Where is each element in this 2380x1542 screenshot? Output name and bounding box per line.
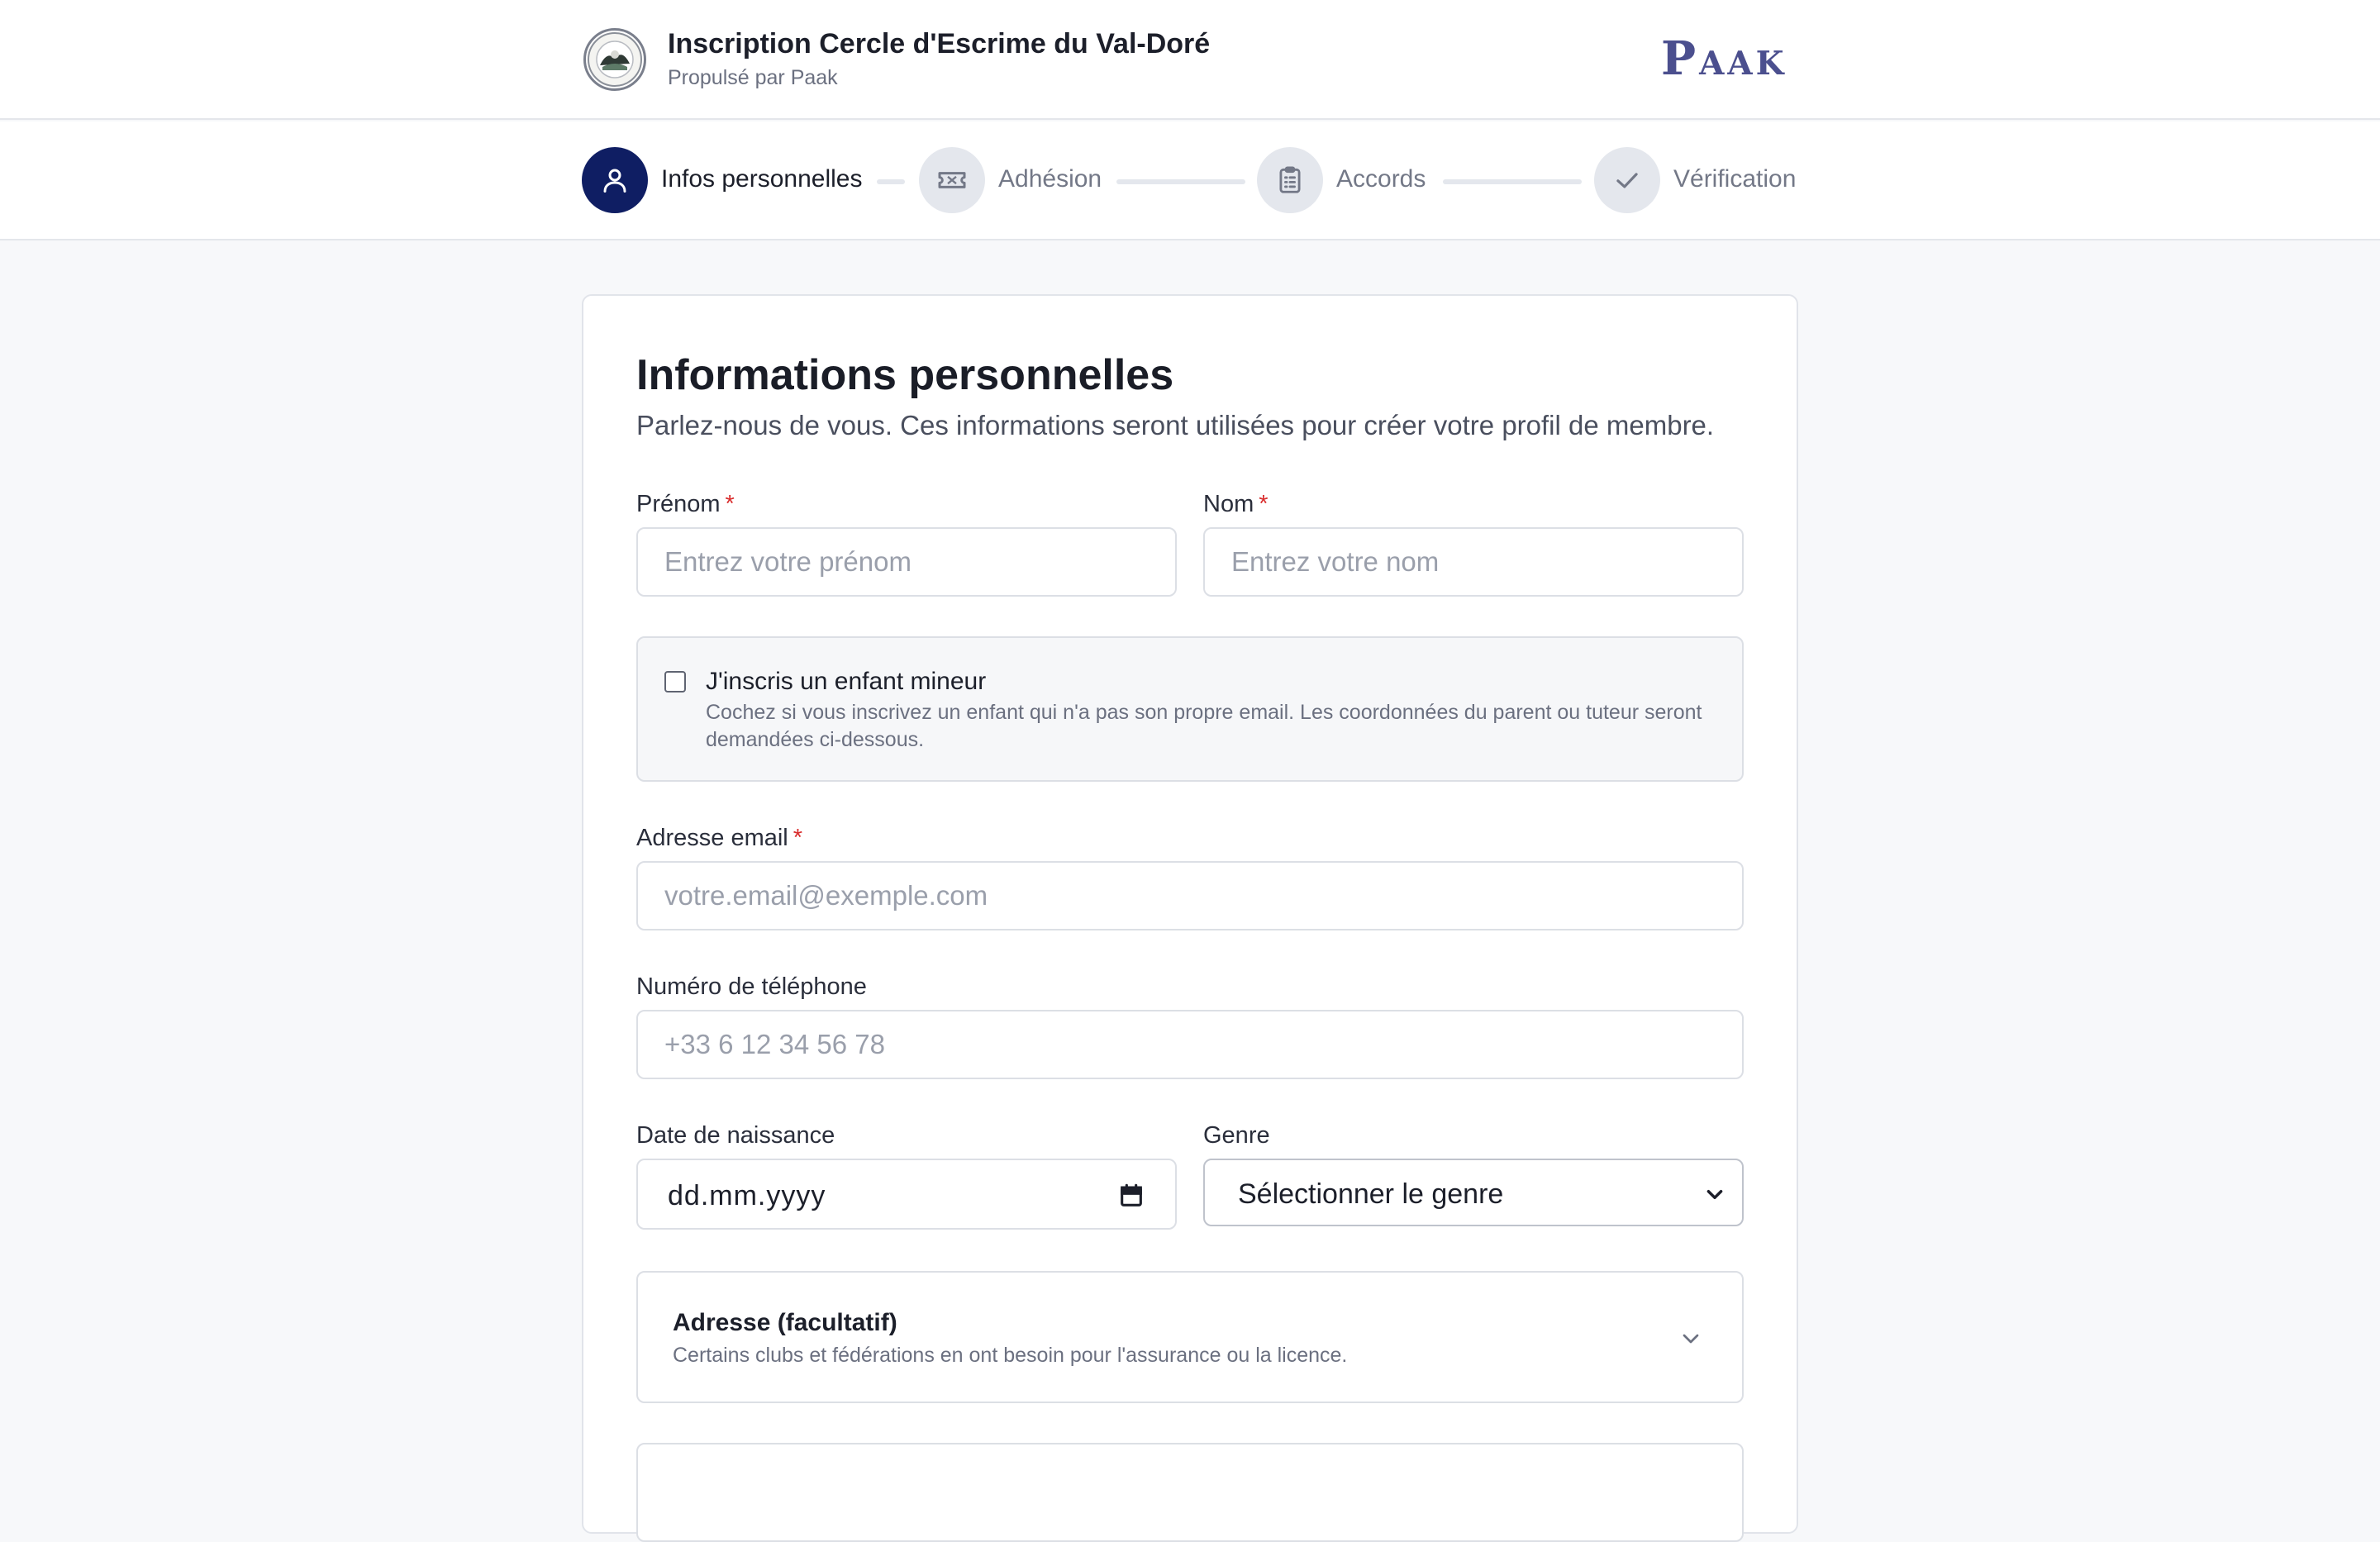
brand-logo[interactable]: Paak [1661, 31, 1787, 86]
step-connector [1443, 179, 1582, 184]
step-1-indicator[interactable] [582, 147, 648, 213]
first-name-input[interactable] [636, 527, 1177, 597]
app-title: Inscription Cercle d'Escrime du Val-Doré [668, 28, 1211, 59]
gender-selected-value: Sélectionner le genre [1238, 1178, 1504, 1210]
address-accordion-title: Adresse (facultatif) [673, 1309, 897, 1336]
email-label-text: Adresse email [636, 825, 788, 851]
chevron-down-icon [1706, 1190, 1723, 1200]
step-2-label[interactable]: Adhésion [998, 165, 1102, 193]
app-header: Inscription Cercle d'Escrime du Val-Doré… [0, 0, 2380, 120]
email-input[interactable] [636, 861, 1744, 930]
required-marker: * [793, 825, 803, 851]
step-1-label[interactable]: Infos personnelles [661, 165, 863, 193]
phone-input[interactable] [636, 1010, 1744, 1079]
minor-checkbox[interactable] [664, 671, 686, 692]
calendar-icon[interactable] [1117, 1182, 1145, 1210]
step-4-indicator[interactable] [1594, 147, 1660, 213]
page-description: Parlez-nous de vous. Ces informations se… [636, 410, 1715, 440]
last-name-label: Nom * [1203, 491, 1269, 518]
user-icon [603, 169, 626, 193]
app-subtitle: Propulsé par Paak [668, 66, 838, 89]
email-label: Adresse email * [636, 825, 802, 852]
required-marker: * [725, 491, 735, 517]
first-name-label-text: Prénom [636, 491, 721, 517]
gender-label: Genre [1203, 1122, 1270, 1149]
gender-select[interactable]: Sélectionner le genre [1203, 1159, 1744, 1226]
clipboard-icon [1279, 166, 1301, 193]
birthdate-input[interactable]: dd.mm.yyyy [636, 1159, 1177, 1230]
phone-label: Numéro de téléphone [636, 973, 867, 1000]
page-title: Informations personnelles [636, 351, 1174, 399]
check-icon [1616, 173, 1638, 188]
step-3-label[interactable]: Accords [1336, 165, 1426, 193]
minor-checkbox-label[interactable]: J'inscris un enfant mineur [706, 668, 986, 696]
step-connector [1116, 179, 1245, 184]
progress-stepper: Infos personnelles Adhésion Accords Véri… [0, 121, 2380, 240]
required-marker: * [1259, 491, 1269, 517]
next-section-accordion[interactable] [636, 1443, 1744, 1542]
step-3-indicator[interactable] [1257, 147, 1323, 213]
address-accordion[interactable]: Adresse (facultatif) Certains clubs et f… [636, 1271, 1744, 1403]
last-name-label-text: Nom [1203, 491, 1254, 517]
step-2-indicator[interactable] [919, 147, 985, 213]
step-4-label[interactable]: Vérification [1673, 165, 1796, 193]
club-logo [583, 28, 646, 91]
birthdate-label: Date de naissance [636, 1122, 835, 1149]
birthdate-value: dd.mm.yyyy [668, 1180, 826, 1211]
address-accordion-description: Certains clubs et fédérations en ont bes… [673, 1344, 1348, 1367]
last-name-input[interactable] [1203, 527, 1744, 597]
ticket-icon [938, 172, 966, 188]
minor-checkbox-description: Cochez si vous inscrivez un enfant qui n… [706, 701, 1702, 751]
chevron-down-icon [1683, 1334, 1699, 1344]
step-connector [877, 179, 905, 184]
first-name-label: Prénom * [636, 491, 735, 518]
